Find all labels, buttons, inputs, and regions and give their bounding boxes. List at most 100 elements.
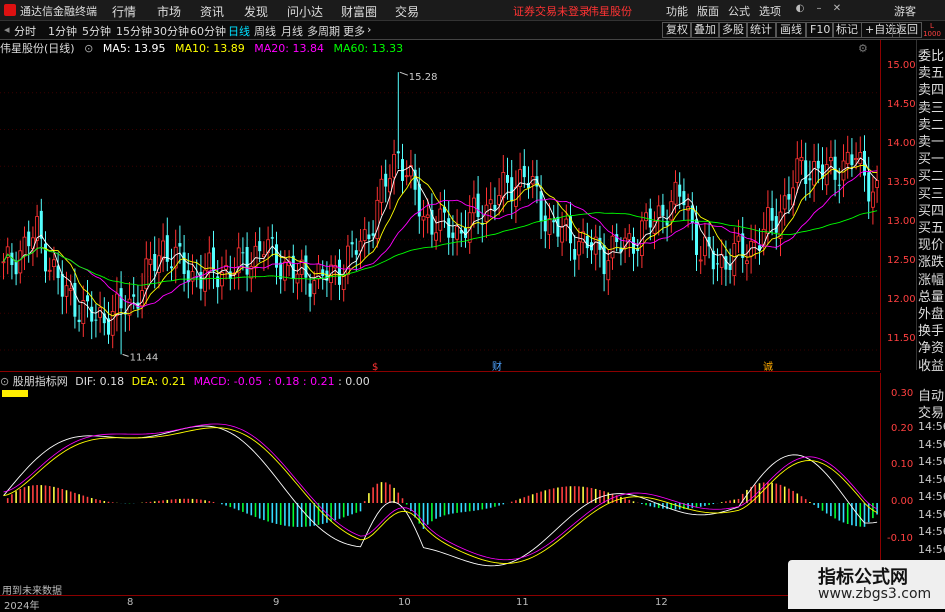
date-label: 9	[273, 597, 280, 608]
side-panel-item: 卖四	[918, 83, 945, 99]
side-panel-item: 委比	[918, 49, 945, 64]
back-button[interactable]: 返回	[892, 22, 922, 38]
menu-function[interactable]: 功能	[666, 3, 688, 19]
period-toolbar: ◂ 分时 1分钟 5分钟 15分钟 30分钟 60分钟 日线 周线 月线 多周期…	[0, 21, 945, 40]
ma10-label: MA10: 13.89	[175, 42, 245, 55]
price-tick: 14.00	[887, 138, 916, 149]
app-title: 通达信金融终端	[20, 5, 97, 18]
title-bar: 通达信金融终端 行情 市场 资讯 发现 问小达 财富圈 交易 证券交易未登录 伟…	[0, 0, 945, 21]
side-panel-item: 卖三	[918, 100, 945, 116]
tab-weekly[interactable]: 周线	[254, 23, 276, 39]
side-panel-item: 买一	[918, 152, 945, 168]
side-panel-auto[interactable]: 交易	[918, 402, 944, 421]
ma-info-bar: 伟星股份(日线) ⊙ MA5: 13.95 MA10: 13.89 MA20: …	[0, 40, 409, 56]
tab-30min[interactable]: 30分钟	[153, 23, 189, 39]
tab-more[interactable]: 更多	[343, 23, 365, 39]
side-panel-item: 买四	[918, 203, 945, 219]
macd-tick: -0.10	[887, 533, 913, 544]
macd-chart[interactable]	[0, 388, 880, 595]
side-panel-item: 买五	[918, 221, 945, 236]
macd-collapse-icon[interactable]: ⊙	[0, 375, 9, 388]
trade-time: 14:56	[918, 437, 945, 451]
skin-icon[interactable]: ◐	[793, 2, 807, 16]
statistics-button[interactable]: 统计	[746, 22, 776, 38]
trade-time: 14:56	[918, 507, 945, 521]
side-panel-item: 卖五	[918, 66, 945, 82]
menu-news[interactable]: 资讯	[200, 3, 224, 20]
side-panel-item: 总量	[918, 289, 945, 305]
price-tick: 11.50	[887, 333, 916, 344]
toolbar-handle-icon: ◂	[4, 23, 10, 36]
price-tick: 15.00	[887, 60, 916, 71]
low-price-label: 11.44	[130, 352, 159, 363]
header-stock-name: 伟星股份	[588, 5, 632, 18]
menu-layout[interactable]: 版面	[697, 3, 719, 19]
trade-time: 14:56	[918, 455, 945, 468]
price-axis: 15.00 14.50 14.00 13.50 13.00 12.50 12.0…	[880, 40, 917, 370]
indicator-name[interactable]: 股朋指标网	[13, 375, 68, 388]
macd-tick: 0.20	[891, 423, 914, 434]
side-panel-item: 卖一	[918, 135, 945, 150]
menu-trade[interactable]: 交易	[395, 3, 419, 20]
guest-label[interactable]: 游客	[894, 3, 916, 19]
app-logo-icon	[4, 4, 16, 16]
side-panel-item: 换手	[918, 324, 945, 340]
more-chevron-icon[interactable]: ›	[367, 23, 371, 36]
ma60-label: MA60: 13.33	[333, 42, 404, 55]
trade-time: 14:56	[918, 420, 945, 433]
date-label: 10	[398, 597, 411, 608]
login-notice[interactable]: 证券交易未登录	[513, 3, 590, 19]
dif-label: DIF: 0.18	[75, 375, 125, 388]
macd-info-bar: ⊙ 股朋指标网 DIF: 0.18 DEA: 0.21 MACD: -0.05 …	[0, 373, 370, 389]
watermark-badge: 指标公式网 www.zbgs3.com	[788, 560, 945, 609]
date-label: 12	[655, 597, 668, 608]
macd-tick: 0.10	[891, 459, 914, 470]
tab-multi-period[interactable]: 多周期	[307, 23, 340, 39]
price-tick: 14.50	[887, 99, 916, 110]
mark-button[interactable]: 标记	[832, 22, 862, 38]
high-price-label: 15.28	[409, 72, 438, 83]
panel-divider	[0, 371, 880, 372]
price-tick: 12.00	[887, 294, 916, 305]
draw-line-button[interactable]: 画线	[776, 22, 806, 38]
multi-stock-button[interactable]: 多股	[718, 22, 748, 38]
f10-button[interactable]: F10	[806, 22, 835, 38]
ma20-label: MA20: 13.84	[254, 42, 324, 55]
tab-60min[interactable]: 60分钟	[190, 23, 226, 39]
menu-wealth[interactable]: 财富圈	[341, 3, 377, 20]
watermark-url: www.zbgs3.com	[818, 586, 932, 602]
menu-discover[interactable]: 发现	[244, 3, 268, 20]
menu-formula[interactable]: 公式	[728, 3, 750, 19]
menu-ask[interactable]: 问小达	[287, 3, 323, 20]
tab-intraday[interactable]: 分时	[14, 23, 36, 39]
tab-5min[interactable]: 5分钟	[82, 23, 111, 39]
tab-1min[interactable]: 1分钟	[48, 23, 77, 39]
menu-options[interactable]: 选项	[759, 3, 781, 19]
extra-value-2: : 0.21	[302, 375, 335, 388]
menu-quotes[interactable]: 行情	[112, 3, 136, 20]
overlay-button[interactable]: 叠加	[690, 22, 720, 38]
collapse-icon[interactable]: ⊙	[84, 42, 93, 55]
trade-time: 14:56	[918, 542, 945, 556]
minimize-icon[interactable]: –	[812, 2, 826, 16]
date-label: 2024年	[4, 601, 40, 612]
menu-market[interactable]: 市场	[157, 3, 181, 20]
date-axis: 2024年 8 9 10 11 12	[0, 595, 880, 612]
settings-gear-icon[interactable]: ⚙	[858, 42, 868, 55]
price-tick: 13.00	[887, 216, 916, 227]
tab-15min[interactable]: 15分钟	[116, 23, 152, 39]
trade-time: 14:56	[918, 525, 945, 538]
side-panel-item: 现价	[918, 238, 945, 254]
tab-monthly[interactable]: 月线	[281, 23, 303, 39]
ma5-label: MA5: 13.95	[102, 42, 166, 55]
price-tick: 13.50	[887, 177, 916, 188]
tab-daily[interactable]: 日线	[228, 23, 250, 39]
side-panel-item: 净资	[918, 341, 945, 357]
close-icon[interactable]: ✕	[830, 2, 844, 16]
side-panel-item: 买二	[918, 169, 945, 185]
extra-value-3: : 0.00	[338, 375, 370, 388]
date-label: 8	[127, 597, 134, 608]
side-panel-item: 外盘	[918, 307, 945, 322]
candlestick-chart[interactable]: 15.2811.44$ 财诚	[0, 56, 880, 372]
adjust-button[interactable]: 复权	[662, 22, 692, 38]
